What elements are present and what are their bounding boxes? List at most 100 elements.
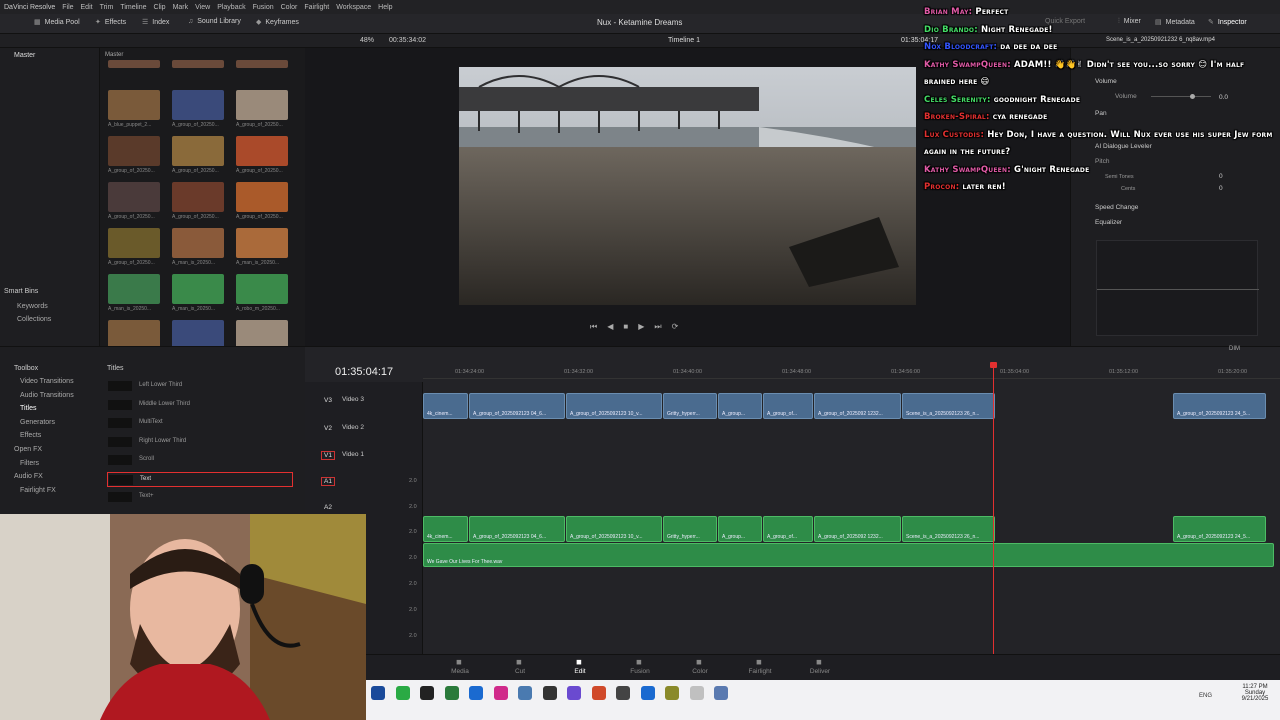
media-clip-thumbnail[interactable] [236,60,288,68]
media-clip-thumbnail[interactable] [108,60,160,68]
video-clip[interactable]: A_group_of_2025092123 24_5... [1173,393,1266,419]
taskbar-app-icon[interactable] [469,686,483,700]
stop-icon[interactable]: ■ [623,322,628,334]
taskbar-app-icon[interactable] [591,686,606,700]
page-tab-deliver[interactable]: ◼ Deliver [800,659,840,675]
music-audio-clip[interactable]: We Gave Our Lives For Thee.wav [423,543,1274,567]
media-clip-thumbnail[interactable] [108,136,160,166]
audio-clip[interactable]: A_group_of_2025092123 04_6... [469,516,565,542]
skip-end-icon[interactable]: ⏭ [654,322,661,334]
toolbox-header[interactable]: Toolbox [14,365,38,372]
title-template-item[interactable]: Left Lower Third [107,379,293,394]
video-clip[interactable]: Gritty_hyperr... [663,393,717,419]
page-tab-color[interactable]: ◼ Color [680,659,720,675]
audio-clip[interactable]: A_group... [718,516,762,542]
audio-clip[interactable]: 4k_cinem... [423,516,468,542]
viewer-frame[interactable] [459,67,916,305]
video-clip[interactable]: A_group... [718,393,762,419]
smart-bin-collections[interactable]: Collections [17,316,51,323]
title-template-item[interactable]: Text [107,471,293,487]
track-id-a1[interactable]: A1 [321,477,335,486]
media-clip-thumbnail[interactable] [236,228,288,258]
playhead-marker[interactable] [990,362,997,368]
fx-titles[interactable]: Titles [20,405,36,412]
track-id-v1[interactable]: V1 [321,451,335,460]
taskbar-app-icon[interactable] [542,686,557,700]
title-template-item[interactable]: Scroll [107,453,293,468]
page-tab-fairlight[interactable]: ◼ Fairlight [740,659,780,675]
language-indicator[interactable]: ENG [1199,693,1212,699]
title-template-item[interactable]: Right Lower Third [107,435,293,450]
video-clip[interactable]: 4k_cinem... [423,393,468,419]
menu-view[interactable]: View [195,4,210,11]
menu-playback[interactable]: Playback [217,4,245,11]
fx-generators[interactable]: Generators [20,419,55,426]
taskbar-app-icon[interactable] [689,686,704,700]
fx-filters[interactable]: Filters [20,460,39,467]
keyframes-button[interactable]: ◆ Keyframes [256,18,299,26]
fx-open-fx[interactable]: Open FX [14,446,42,453]
audio-clip[interactable]: Scene_is_a_2025092123 26_n... [902,516,995,542]
page-tab-edit[interactable]: ◼ Edit [560,659,600,675]
title-template-item[interactable]: MultiText [107,416,293,431]
audio-clip[interactable]: A_group_of_2025092 1232... [814,516,901,542]
media-clip-thumbnail[interactable] [172,274,224,304]
media-clip-thumbnail[interactable] [236,182,288,212]
menu-edit[interactable]: Edit [81,4,93,11]
video-clip[interactable]: A_group_of_2025092123 04_6... [469,393,565,419]
taskbar-app-icon[interactable] [714,686,728,700]
equalizer-graph[interactable] [1096,240,1259,336]
menu-fusion[interactable]: Fusion [253,4,274,11]
video-clip[interactable]: Scene_is_a_2025092123 26_n... [902,393,995,419]
audio-clip[interactable]: Gritty_hyperr... [663,516,717,542]
media-clip-thumbnail[interactable] [236,136,288,166]
taskbar-app-icon[interactable] [371,686,385,700]
video-clip[interactable]: A_group_of_2025092123 10_v... [566,393,662,419]
media-clip-thumbnail[interactable] [172,182,224,212]
track-id-a2[interactable]: A2 [321,503,335,512]
video-clip[interactable]: A_group_of... [763,393,813,419]
fx-effects[interactable]: Effects [20,432,41,439]
menu-fairlight[interactable]: Fairlight [304,4,329,11]
media-clip-thumbnail[interactable] [108,90,160,120]
play-reverse-icon[interactable]: ◀ [607,322,613,334]
clock[interactable]: 11:27 PM Sunday 9/21/2025 [1235,684,1275,702]
audio-clip[interactable]: A_group_of_2025092123 10_v... [566,516,662,542]
media-clip-thumbnail[interactable] [236,274,288,304]
taskbar-app-icon[interactable] [567,686,581,700]
menu-color[interactable]: Color [281,4,298,11]
media-clip-thumbnail[interactable] [108,228,160,258]
playhead[interactable] [993,366,994,654]
media-pool-button[interactable]: ▦ Media Pool [34,18,80,26]
taskbar-app-icon[interactable] [616,686,630,700]
sound-library-button[interactable]: ♫ Sound Library [188,18,241,25]
loop-icon[interactable]: ⟳ [672,322,679,334]
media-clip-thumbnail[interactable] [172,136,224,166]
taskbar-app-icon[interactable] [444,686,459,700]
media-clip-thumbnail[interactable] [108,182,160,212]
menu-workspace[interactable]: Workspace [336,4,371,11]
menu-mark[interactable]: Mark [173,4,189,11]
media-clip-thumbnail[interactable] [172,90,224,120]
page-tab-cut[interactable]: ◼ Cut [500,659,540,675]
title-template-item[interactable]: Middle Lower Third [107,398,293,413]
fx-video-transitions[interactable]: Video Transitions [20,378,74,385]
index-button[interactable]: ☰ Index [142,18,169,26]
timeline-selector[interactable]: Timeline 1 [668,37,700,44]
dim-button[interactable]: DIM [1229,346,1240,352]
fx-audio-transitions[interactable]: Audio Transitions [20,392,74,399]
taskbar-app-icon[interactable] [518,686,532,700]
audio-clip[interactable]: A_group_of_2025092123 24_5... [1173,516,1266,542]
page-tab-fusion[interactable]: ◼ Fusion [620,659,660,675]
play-icon[interactable]: ▶ [638,322,644,334]
media-clip-thumbnail[interactable] [172,228,224,258]
taskbar-app-icon[interactable] [640,686,655,700]
equalizer-section[interactable]: Equalizer [1095,219,1122,226]
menu-timeline[interactable]: Timeline [120,4,146,11]
audio-clip[interactable]: A_group_of... [763,516,813,542]
fx-audio-fx[interactable]: Audio FX [14,473,43,480]
taskbar-app-icon[interactable] [420,686,434,700]
menu-file[interactable]: File [62,4,73,11]
menu-trim[interactable]: Trim [100,4,114,11]
track-id-v3[interactable]: V3 [321,396,335,405]
